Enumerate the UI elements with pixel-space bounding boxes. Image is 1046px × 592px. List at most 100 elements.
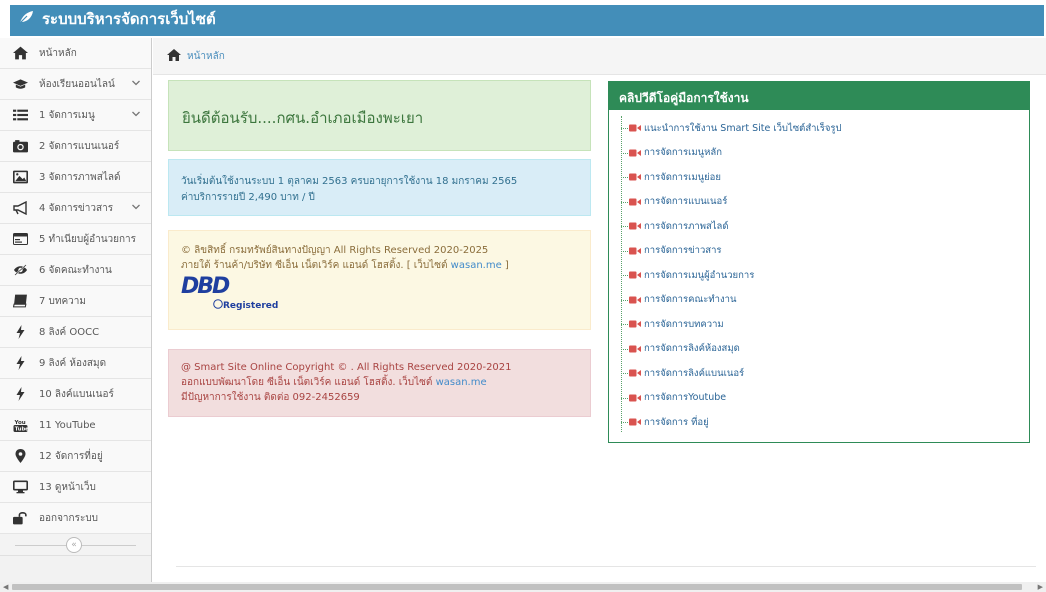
sidebar-item-label: 7 บทความ: [39, 295, 86, 307]
video-link[interactable]: การจัดการแบนเนอร์: [621, 190, 1021, 215]
sidebar-item-label: 11 YouTube: [39, 419, 96, 431]
brand[interactable]: ระบบบริหารจัดการเว็บไซต์: [18, 7, 216, 31]
service-period-text: วันเริ่มต้นใช้งานระบบ 1 ตุลาคม 2563 ครบอ…: [181, 176, 518, 187]
sidebar-item-label: 4 จัดการข่าวสาร: [39, 202, 114, 214]
sidebar-item[interactable]: 8 ลิงค์ OOCC: [0, 317, 151, 348]
video-link[interactable]: การจัดการเมนูย่อย: [621, 165, 1021, 190]
video-camera-icon: [629, 149, 641, 157]
breadcrumb-home-link[interactable]: หน้าหลัก: [187, 49, 225, 64]
video-link-label: การจัดการเมนูผู้อำนวยการ: [644, 269, 755, 281]
video-camera-icon: [629, 320, 641, 328]
flash-icon: [12, 325, 29, 339]
list-icon: [12, 108, 29, 122]
flash-icon: [12, 356, 29, 370]
welcome-alert: ยินดีต้อนรับ....กศน.อำเภอเมืองพะเยา: [168, 80, 591, 151]
sidebar-item[interactable]: ออกจากระบบ: [0, 503, 151, 534]
welcome-text: ยินดีต้อนรับ....กศน.อำเภอเมืองพะเยา: [182, 109, 424, 127]
sidebar-item-label: 3 จัดการภาพสไลด์: [39, 171, 121, 183]
video-link-label: การจัดการภาพสไลด์: [644, 220, 729, 232]
sidebar-item-label: 1 จัดการเมนู: [39, 109, 95, 121]
video-link-label: การจัดการคณะทำงาน: [644, 294, 737, 306]
graduation-cap-icon: [12, 77, 29, 91]
video-link[interactable]: การจัดการคณะทำงาน: [621, 288, 1021, 313]
content-divider: [176, 566, 1036, 567]
sidebar-item-label: 2 จัดการแบนเนอร์: [39, 140, 120, 152]
sidebar-item-label: 5 ทำเนียบผู้อำนวยการ: [39, 233, 137, 245]
sidebar-item[interactable]: หน้าหลัก: [0, 38, 151, 69]
sidebar-item[interactable]: 3 จัดการภาพสไลด์: [0, 162, 151, 193]
video-camera-icon: [629, 418, 641, 426]
wasan-link[interactable]: wasan.me: [451, 260, 502, 271]
video-link[interactable]: การจัดการเมนูผู้อำนวยการ: [621, 263, 1021, 288]
sidebar-item[interactable]: 6 จัดคณะทำงาน: [0, 255, 151, 286]
video-link[interactable]: การจัดการYoutube: [621, 386, 1021, 411]
horizontal-scrollbar[interactable]: ◀ ▶: [0, 582, 1046, 592]
video-link[interactable]: การจัดการภาพสไลด์: [621, 214, 1021, 239]
svg-text:Tube: Tube: [15, 427, 28, 432]
sidebar-item[interactable]: 13 ดูหน้าเว็บ: [0, 472, 151, 503]
video-link-label: การจัดการลิงค์แบนเนอร์: [644, 367, 745, 379]
video-camera-icon: [629, 296, 641, 304]
sidebar-collapse: «: [0, 534, 151, 556]
chevron-down-icon[interactable]: [131, 202, 141, 212]
image-icon: [12, 170, 29, 184]
home-icon: [12, 46, 29, 60]
map-marker-icon: [12, 449, 29, 463]
service-info-alert: วันเริ่มต้นใช้งานระบบ 1 ตุลาคม 2563 ครบอ…: [168, 159, 591, 216]
video-link-label: แนะนำการใช้งาน Smart Site เว็บไซต์สำเร็จ…: [644, 122, 842, 134]
video-link[interactable]: การจัดการบทความ: [621, 312, 1021, 337]
video-camera-icon: [629, 222, 641, 230]
sidebar-item-label: 13 ดูหน้าเว็บ: [39, 481, 96, 493]
dbd-registered-logo: DBD Registered: [181, 274, 279, 312]
sidebar-item[interactable]: You Tube 11 YouTube: [0, 410, 151, 441]
contact-line: มีปัญหาการใช้งาน ติดต่อ 092-2452659: [181, 392, 360, 403]
breadcrumb: หน้าหลัก: [153, 38, 1046, 75]
video-link[interactable]: การจัดการลิงค์แบนเนอร์: [621, 361, 1021, 386]
home-icon: [167, 48, 181, 64]
sidebar-item[interactable]: ห้องเรียนออนไลน์: [0, 69, 151, 100]
copyright-alert: © ลิขสิทธิ์ กรมทรัพย์สินทางปัญญา All Rig…: [168, 230, 591, 330]
youtube-icon: You Tube: [12, 418, 29, 432]
video-link[interactable]: การจัดการ ที่อยู่: [621, 410, 1021, 435]
video-camera-icon: [629, 124, 641, 132]
video-manual-title: คลิปวีดีโอคู่มือการใช้งาน: [609, 82, 1029, 110]
video-link[interactable]: การจัดการเมนูหลัก: [621, 141, 1021, 166]
scroll-left-icon[interactable]: ◀: [3, 583, 8, 591]
sidebar-item-label: หน้าหลัก: [39, 47, 77, 59]
video-tree: แนะนำการใช้งาน Smart Site เว็บไซต์สำเร็จ…: [621, 116, 1021, 435]
sidebar-item[interactable]: 7 บทความ: [0, 286, 151, 317]
sidebar-item-label: 10 ลิงค์แบนเนอร์: [39, 388, 114, 400]
service-fee-text: ค่าบริการรายปี 2,490 บาท / ปี: [181, 192, 315, 203]
smartsite-alert: @ Smart Site Online Copyright © . All Ri…: [168, 349, 591, 417]
sidebar-item[interactable]: 10 ลิงค์แบนเนอร์: [0, 379, 151, 410]
navbar: ระบบบริหารจัดการเว็บไซต์: [0, 0, 1046, 38]
sidebar-item[interactable]: 4 จัดการข่าวสาร: [0, 193, 151, 224]
sidebar-item[interactable]: 12 จัดการที่อยู่: [0, 441, 151, 472]
video-link[interactable]: การจัดการลิงค์ห้องสมุด: [621, 337, 1021, 362]
collapse-sidebar-button[interactable]: «: [66, 537, 82, 553]
sidebar-item[interactable]: 2 จัดการแบนเนอร์: [0, 131, 151, 162]
wasan-link[interactable]: wasan.me: [436, 377, 487, 388]
sidebar-item-label: ห้องเรียนออนไลน์: [39, 78, 115, 90]
video-link[interactable]: แนะนำการใช้งาน Smart Site เว็บไซต์สำเร็จ…: [621, 116, 1021, 141]
chevron-down-icon[interactable]: [131, 109, 141, 119]
chevron-down-icon[interactable]: [131, 78, 141, 88]
video-link[interactable]: การจัดการข่าวสาร: [621, 239, 1021, 264]
sidebar-item-label: 12 จัดการที่อยู่: [39, 450, 103, 462]
flash-icon: [12, 387, 29, 401]
video-link-label: การจัดการเมนูหลัก: [644, 147, 722, 159]
video-camera-icon: [629, 369, 641, 377]
scrollbar-thumb[interactable]: [12, 584, 1022, 590]
video-link-label: การจัดการ ที่อยู่: [644, 416, 709, 428]
owner-line: ภายใต้ ร้านค้า/บริษัท ซีเอ็น เน็ตเวิร์ค …: [181, 260, 509, 271]
sidebar-item[interactable]: 9 ลิงค์ ห้องสมุด: [0, 348, 151, 379]
video-link-label: การจัดการลิงค์ห้องสมุด: [644, 343, 740, 355]
sidebar-item[interactable]: 1 จัดการเมนู: [0, 100, 151, 131]
video-link-label: การจัดการแบนเนอร์: [644, 196, 728, 208]
sidebar-item[interactable]: 5 ทำเนียบผู้อำนวยการ: [0, 224, 151, 255]
video-manual-panel: คลิปวีดีโอคู่มือการใช้งาน แนะนำการใช้งาน…: [608, 81, 1030, 443]
book-icon: [12, 294, 29, 308]
video-camera-icon: [629, 271, 641, 279]
scroll-right-icon[interactable]: ▶: [1038, 583, 1043, 591]
developer-line: ออกแบบพัฒนาโดย ซีเอ็น เน็ตเวิร์ค แอนด์ โ…: [181, 377, 487, 388]
